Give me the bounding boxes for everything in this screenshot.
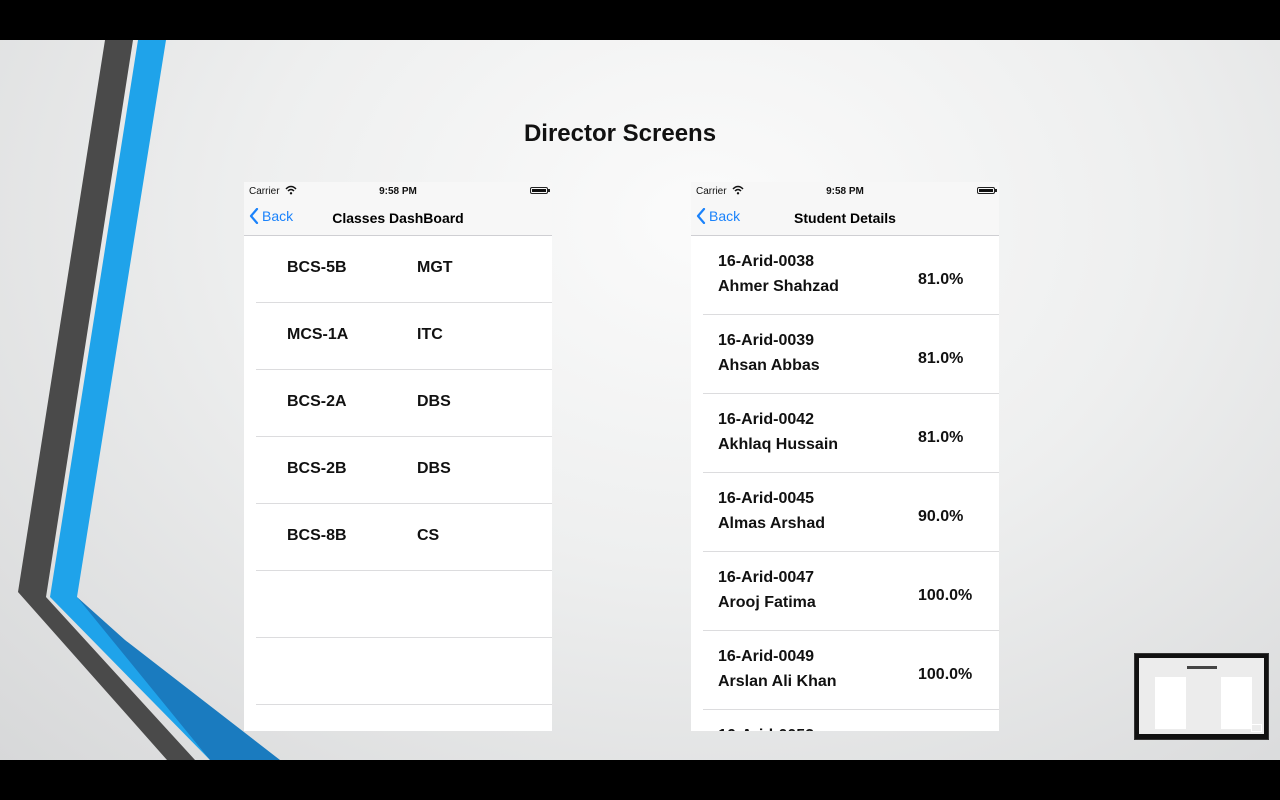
class-row[interactable]: BCS-5B MGT	[256, 236, 552, 303]
class-subject: MGT	[417, 259, 453, 276]
empty-row	[256, 571, 552, 638]
student-row[interactable]: 16-Arid-0038 Ahmer Shahzad 81.0%	[703, 236, 999, 315]
class-row[interactable]: BCS-2B DBS	[256, 437, 552, 504]
student-name: Arooj Fatima	[718, 594, 816, 611]
class-subject: DBS	[417, 393, 451, 410]
student-id: 16-Arid-0052	[718, 727, 814, 731]
attendance-percent: 81.0%	[918, 350, 964, 367]
status-bar: Carrier 9:58 PM	[244, 182, 552, 200]
class-code: BCS-2B	[287, 460, 347, 477]
status-time: 9:58 PM	[379, 186, 417, 197]
status-time: 9:58 PM	[826, 186, 864, 197]
attendance-percent: 90.0%	[918, 508, 964, 525]
classes-dashboard-screen: Carrier 9:58 PM Back Classes DashBoard B…	[244, 182, 552, 731]
classes-list: BCS-5B MGT MCS-1A ITC BCS-2A DBS BCS-2B …	[244, 236, 552, 705]
student-id: 16-Arid-0038	[718, 253, 815, 270]
battery-icon	[530, 187, 550, 194]
student-name: Ahmer Shahzad	[718, 278, 839, 295]
student-name: Almas Arshad	[718, 515, 825, 532]
nav-title: Student Details	[794, 210, 896, 226]
student-id: 16-Arid-0042	[718, 411, 815, 428]
class-code: BCS-2A	[287, 393, 347, 410]
class-subject: CS	[417, 527, 440, 544]
student-name: Ahsan Abbas	[718, 357, 820, 374]
class-row[interactable]: BCS-8B CS	[256, 504, 552, 571]
student-id: 16-Arid-0045	[718, 490, 815, 507]
status-bar: Carrier 9:58 PM	[691, 182, 999, 200]
slide-title: Director Screens	[523, 120, 717, 147]
student-details-screen: Carrier 9:58 PM Back Student Details 16-…	[691, 182, 999, 731]
battery-icon	[977, 187, 997, 194]
attendance-percent: 100.0%	[918, 587, 973, 604]
student-row[interactable]: 16-Arid-0049 Arslan Ali Khan 100.0%	[703, 631, 999, 710]
student-id: 16-Arid-0039	[718, 332, 815, 349]
class-code: BCS-5B	[287, 259, 347, 276]
student-row[interactable]: 16-Arid-0045 Almas Arshad 90.0%	[703, 473, 999, 552]
student-row[interactable]: 16-Arid-0047 Arooj Fatima 100.0%	[703, 552, 999, 631]
nav-title: Classes DashBoard	[332, 210, 464, 226]
student-name: Arslan Ali Khan	[718, 673, 837, 690]
class-row[interactable]: MCS-1A ITC	[256, 303, 552, 370]
class-code: BCS-8B	[287, 527, 347, 544]
class-row[interactable]: BCS-2A DBS	[256, 370, 552, 437]
student-row[interactable]: 16-Arid-0052	[703, 710, 999, 731]
attendance-percent: 81.0%	[918, 271, 964, 288]
students-list: 16-Arid-0038 Ahmer Shahzad 81.0% 16-Arid…	[691, 236, 999, 731]
empty-row	[256, 638, 552, 705]
presentation-slide: Director Screens Carrier 9:58 PM Back Cl…	[0, 40, 1280, 760]
navigation-bar: Back Classes DashBoard	[244, 200, 552, 236]
student-row[interactable]: 16-Arid-0039 Ahsan Abbas 81.0%	[703, 315, 999, 394]
navigation-bar: Back Student Details	[691, 200, 999, 236]
student-name: Akhlaq Hussain	[718, 436, 839, 453]
slide-thumbnail-preview[interactable]	[1134, 653, 1269, 740]
class-subject: ITC	[417, 326, 443, 343]
class-subject: DBS	[417, 460, 451, 477]
student-id: 16-Arid-0049	[718, 648, 815, 665]
student-row[interactable]: 16-Arid-0042 Akhlaq Hussain 81.0%	[703, 394, 999, 473]
attendance-percent: 81.0%	[918, 429, 964, 446]
class-code: MCS-1A	[287, 326, 349, 343]
fullscreen-icon[interactable]	[1251, 724, 1262, 732]
thumbnail-screen	[1139, 658, 1264, 734]
attendance-percent: 100.0%	[918, 666, 973, 683]
student-id: 16-Arid-0047	[718, 569, 815, 586]
